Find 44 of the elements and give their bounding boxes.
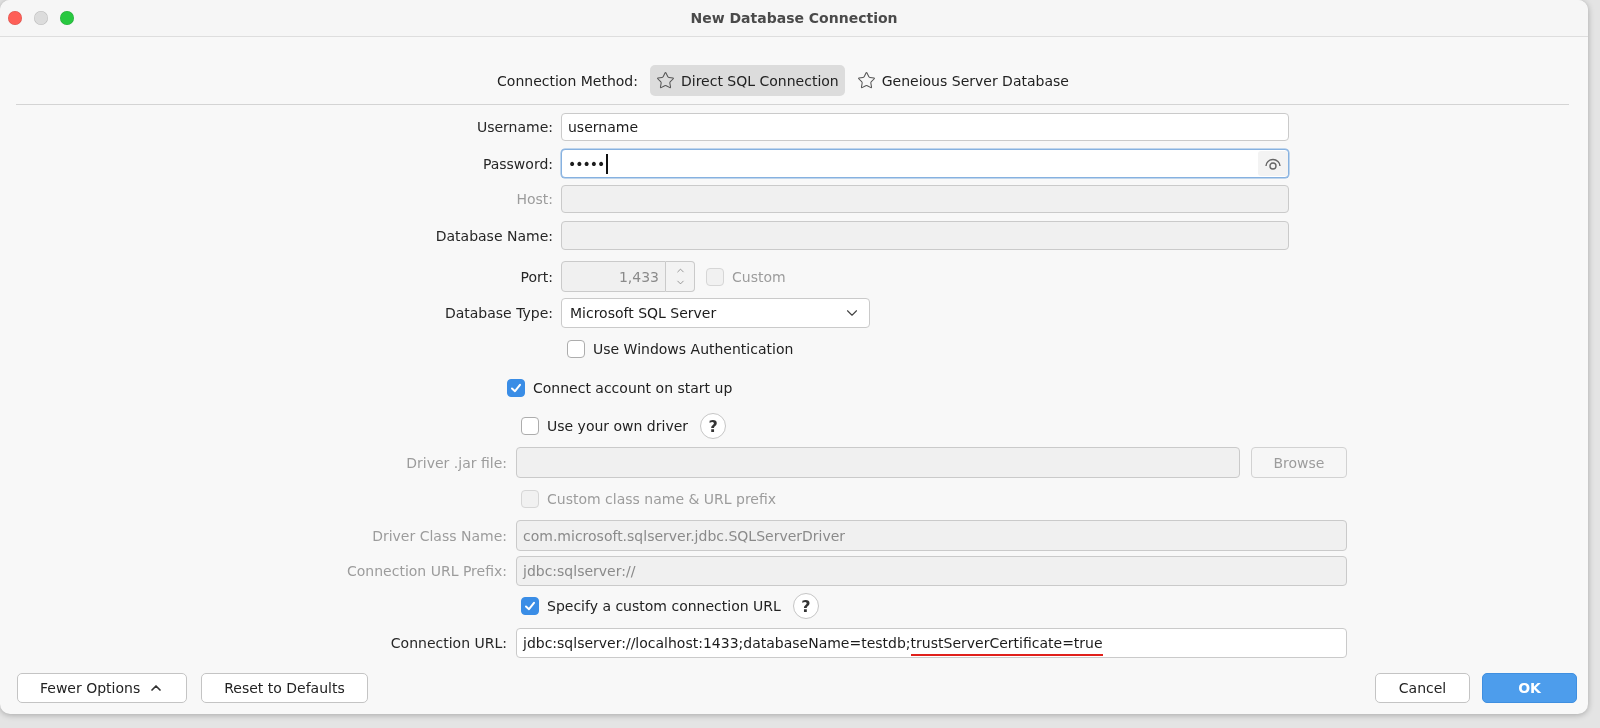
help-button[interactable]: ? [792, 593, 819, 619]
field-label: Host: [516, 191, 553, 207]
field-label: Connection URL Prefix: [347, 563, 507, 579]
fewer-options-button[interactable]: Fewer Options [17, 673, 188, 703]
field-label: Database Name: [435, 227, 553, 244]
connect-startup-checkbox[interactable] [507, 379, 525, 397]
help-button[interactable]: ? [700, 413, 727, 439]
checkmark-icon [524, 600, 536, 612]
connection-method-option[interactable]: Geneious Server Database [850, 65, 1075, 96]
text-cursor [606, 153, 608, 174]
stepper-button[interactable] [666, 261, 695, 292]
field-label: Driver Class Name: [372, 527, 507, 544]
field-label: Port: [520, 268, 553, 285]
password-field[interactable]: ••••• [561, 149, 1289, 178]
checkmark-icon [510, 382, 522, 394]
window-title: New Database Connection [690, 10, 898, 26]
custom-url-checkbox[interactable] [521, 597, 539, 615]
checkbox-label: Custom [732, 268, 786, 285]
checkbox-label: Specify a custom connection URL [547, 598, 781, 614]
minimize-button[interactable] [34, 11, 48, 25]
username-field[interactable]: username [561, 113, 1289, 141]
windows-auth-checkbox[interactable] [567, 340, 585, 358]
maximize-button[interactable] [60, 11, 74, 25]
connection-method-option[interactable]: Direct SQL Connection [649, 65, 845, 96]
checkbox-label: Use Windows Authentication [593, 341, 794, 357]
star-icon [655, 71, 675, 90]
field-label: Connection URL: [390, 635, 507, 651]
field-label: Driver .jar file: [406, 454, 507, 471]
database-name-field[interactable] [561, 221, 1289, 250]
own-driver-checkbox[interactable] [521, 417, 539, 435]
dialog-button[interactable]: Cancel [1375, 673, 1470, 703]
field-label: Database Type: [444, 305, 553, 321]
connection-method-label: Connection Method: [497, 72, 638, 89]
checkbox-label: Connect account on start up [533, 380, 733, 396]
close-button[interactable] [8, 11, 22, 25]
eye-icon[interactable] [1258, 151, 1288, 176]
star-icon [856, 71, 876, 90]
field-label: Username: [476, 119, 553, 135]
database-type-dropdown[interactable]: Microsoft SQL Server [561, 298, 870, 328]
checkbox-label: Use your own driver [547, 418, 689, 434]
connection-url-field[interactable]: jdbc:sqlserver://localhost:1433;databaseName=testdb;trustServerCertificate=true [516, 628, 1347, 658]
checkbox-label: Custom class name & URL prefix [547, 491, 777, 507]
field-label: Password: [482, 155, 553, 172]
dialog-button[interactable]: Reset to Defaults [201, 673, 368, 703]
